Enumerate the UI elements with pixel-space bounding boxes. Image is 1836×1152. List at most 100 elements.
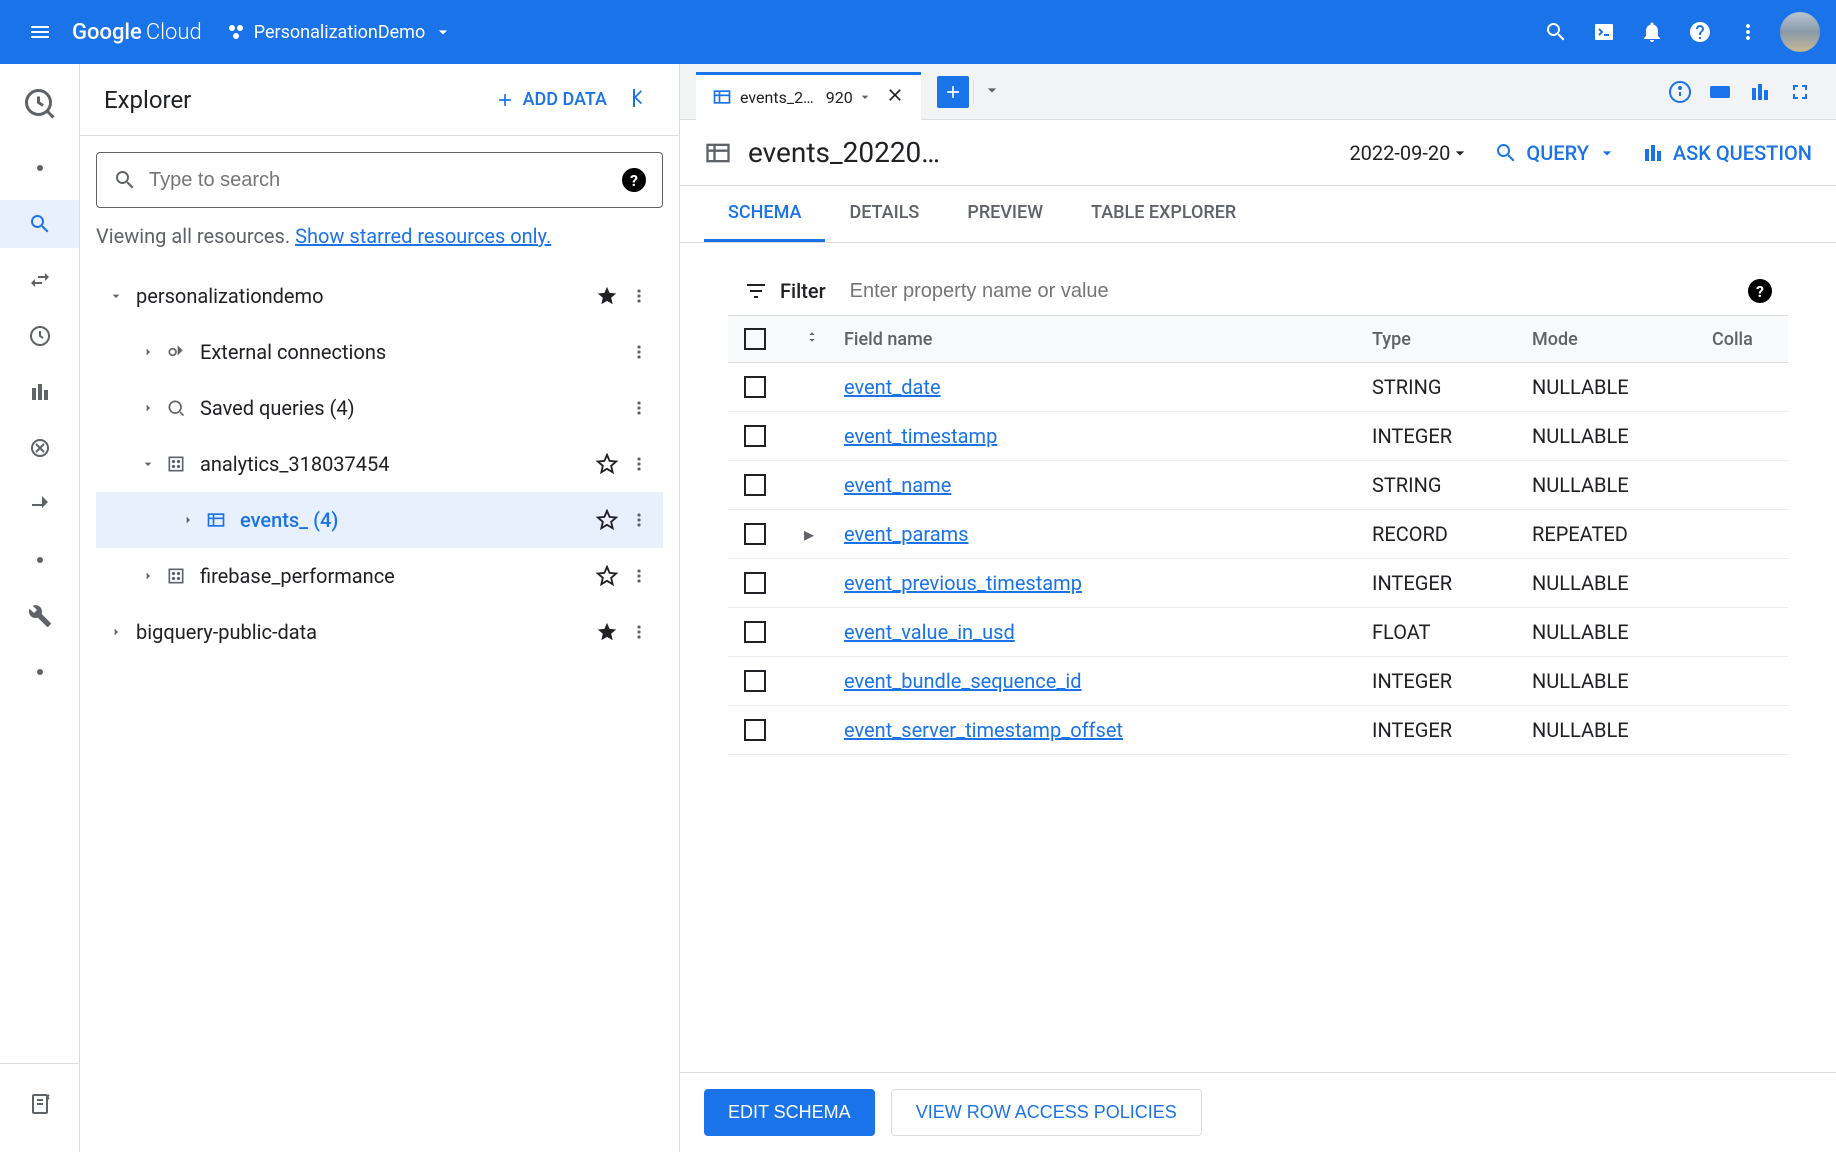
tree-menu-icon[interactable] <box>623 622 655 642</box>
tree-item[interactable]: personalizationdemo <box>96 268 663 324</box>
expand-icon[interactable] <box>136 568 160 584</box>
star-icon[interactable] <box>591 509 623 531</box>
star-icon[interactable] <box>591 453 623 475</box>
tree-item[interactable]: Saved queries (4) <box>96 380 663 436</box>
rail-capacity-icon[interactable] <box>16 368 64 416</box>
star-icon[interactable] <box>591 621 623 643</box>
field-name-link[interactable]: event_timestamp <box>844 424 997 448</box>
explorer-body: ? Viewing all resources. Show starred re… <box>80 136 679 676</box>
tree-menu-icon[interactable] <box>623 454 655 474</box>
star-icon[interactable] <box>591 285 623 307</box>
row-checkbox[interactable] <box>744 425 766 447</box>
tree-menu-icon[interactable] <box>623 510 655 530</box>
row-checkbox[interactable] <box>744 523 766 545</box>
tab-preview[interactable]: PREVIEW <box>943 186 1067 242</box>
info-icon[interactable] <box>1660 72 1700 112</box>
expand-icon[interactable] <box>176 512 200 528</box>
row-checkbox[interactable] <box>744 719 766 741</box>
collapse-icon[interactable] <box>631 86 655 114</box>
rail-biengine-icon[interactable] <box>16 424 64 472</box>
view-policies-button[interactable]: VIEW ROW ACCESS POLICIES <box>891 1089 1202 1136</box>
tree-item[interactable]: bigquery-public-data <box>96 604 663 660</box>
filter-help-icon[interactable]: ? <box>1748 279 1772 303</box>
notifications-icon[interactable] <box>1628 8 1676 56</box>
tree-item[interactable]: analytics_318037454 <box>96 436 663 492</box>
field-name-link[interactable]: event_previous_timestamp <box>844 571 1082 595</box>
expand-icon[interactable] <box>136 344 160 360</box>
tree-menu-icon[interactable] <box>623 342 655 362</box>
tab-add-button[interactable] <box>937 76 969 108</box>
search-icon[interactable] <box>1532 8 1580 56</box>
more-icon[interactable] <box>1724 8 1772 56</box>
date-selector[interactable]: 2022-09-20 <box>1349 141 1470 165</box>
field-name-link[interactable]: event_date <box>844 375 941 399</box>
tree-item[interactable]: External connections <box>96 324 663 380</box>
tree-menu-icon[interactable] <box>623 566 655 586</box>
search-input[interactable] <box>149 169 622 192</box>
sort-icon[interactable] <box>804 329 844 350</box>
keyboard-icon[interactable] <box>1700 72 1740 112</box>
expand-icon[interactable] <box>136 400 160 416</box>
filter-input[interactable] <box>850 280 1748 303</box>
fullscreen-icon[interactable] <box>1780 72 1820 112</box>
viewing-link[interactable]: Show starred resources only. <box>295 224 551 248</box>
tab-schema[interactable]: SCHEMA <box>704 186 825 242</box>
field-name-link[interactable]: event_name <box>844 473 951 497</box>
rail-dot-1[interactable] <box>16 144 64 192</box>
avatar[interactable] <box>1780 12 1820 52</box>
tab-events[interactable]: events_2… 920 <box>696 72 921 120</box>
expand-icon[interactable] <box>136 456 160 472</box>
field-name-link[interactable]: event_bundle_sequence_id <box>844 669 1082 693</box>
tab-details[interactable]: DETAILS <box>825 186 943 242</box>
row-checkbox[interactable] <box>744 376 766 398</box>
history-icon[interactable] <box>1740 72 1780 112</box>
expand-icon[interactable]: ▸ <box>804 522 820 546</box>
tree-item[interactable]: events_ (4) <box>96 492 663 548</box>
row-checkbox[interactable] <box>744 621 766 643</box>
field-type: INTEGER <box>1372 571 1532 595</box>
tree-menu-icon[interactable] <box>623 286 655 306</box>
help-icon[interactable] <box>1676 8 1724 56</box>
row-checkbox[interactable] <box>744 572 766 594</box>
menu-icon[interactable] <box>16 8 64 56</box>
dataset-icon <box>160 454 192 474</box>
rail-settings-icon[interactable] <box>16 592 64 640</box>
field-name-link[interactable]: event_params <box>844 522 969 546</box>
bigquery-icon[interactable] <box>16 72 64 136</box>
rail-notes-icon[interactable] <box>16 1080 64 1128</box>
search-help-icon[interactable]: ? <box>622 168 646 192</box>
tab-close-icon[interactable] <box>885 85 905 109</box>
search-box[interactable]: ? <box>96 152 663 208</box>
rail-transfer-icon[interactable] <box>16 256 64 304</box>
logo[interactable]: Google Cloud <box>72 20 202 45</box>
cloud-shell-icon[interactable] <box>1580 8 1628 56</box>
schema-table-header: Field name Type Mode Colla <box>728 316 1788 363</box>
rail-search-icon[interactable] <box>0 200 79 248</box>
query-button[interactable]: QUERY <box>1494 141 1617 165</box>
row-checkbox[interactable] <box>744 670 766 692</box>
field-name-link[interactable]: event_value_in_usd <box>844 620 1015 644</box>
star-icon[interactable] <box>591 565 623 587</box>
rail-migration-icon[interactable] <box>16 480 64 528</box>
tree-menu-icon[interactable] <box>623 398 655 418</box>
project-name: PersonalizationDemo <box>254 22 426 43</box>
add-data-button[interactable]: ADD DATA <box>495 89 607 110</box>
ask-question-button[interactable]: ASK QUESTION <box>1641 141 1812 165</box>
top-header: Google Cloud PersonalizationDemo <box>0 0 1836 64</box>
edit-schema-button[interactable]: EDIT SCHEMA <box>704 1089 875 1136</box>
rail-schedule-icon[interactable] <box>16 312 64 360</box>
expand-icon[interactable] <box>104 288 128 304</box>
project-selector[interactable]: PersonalizationDemo <box>226 22 462 43</box>
rail-dot-3[interactable] <box>16 648 64 696</box>
schema-rows: event_dateSTRINGNULLABLEevent_timestampI… <box>728 363 1788 755</box>
expand-icon[interactable] <box>104 624 128 640</box>
tree-item[interactable]: firebase_performance <box>96 548 663 604</box>
select-all-checkbox[interactable] <box>744 328 766 350</box>
rail-dot-2[interactable] <box>16 536 64 584</box>
rail-bottom <box>0 1063 79 1152</box>
tab-add-dropdown-icon[interactable] <box>973 80 1002 104</box>
field-name-link[interactable]: event_server_timestamp_offset <box>844 718 1123 742</box>
header-type: Type <box>1372 329 1532 350</box>
row-checkbox[interactable] <box>744 474 766 496</box>
tab-table-explorer[interactable]: TABLE EXPLORER <box>1067 186 1260 242</box>
